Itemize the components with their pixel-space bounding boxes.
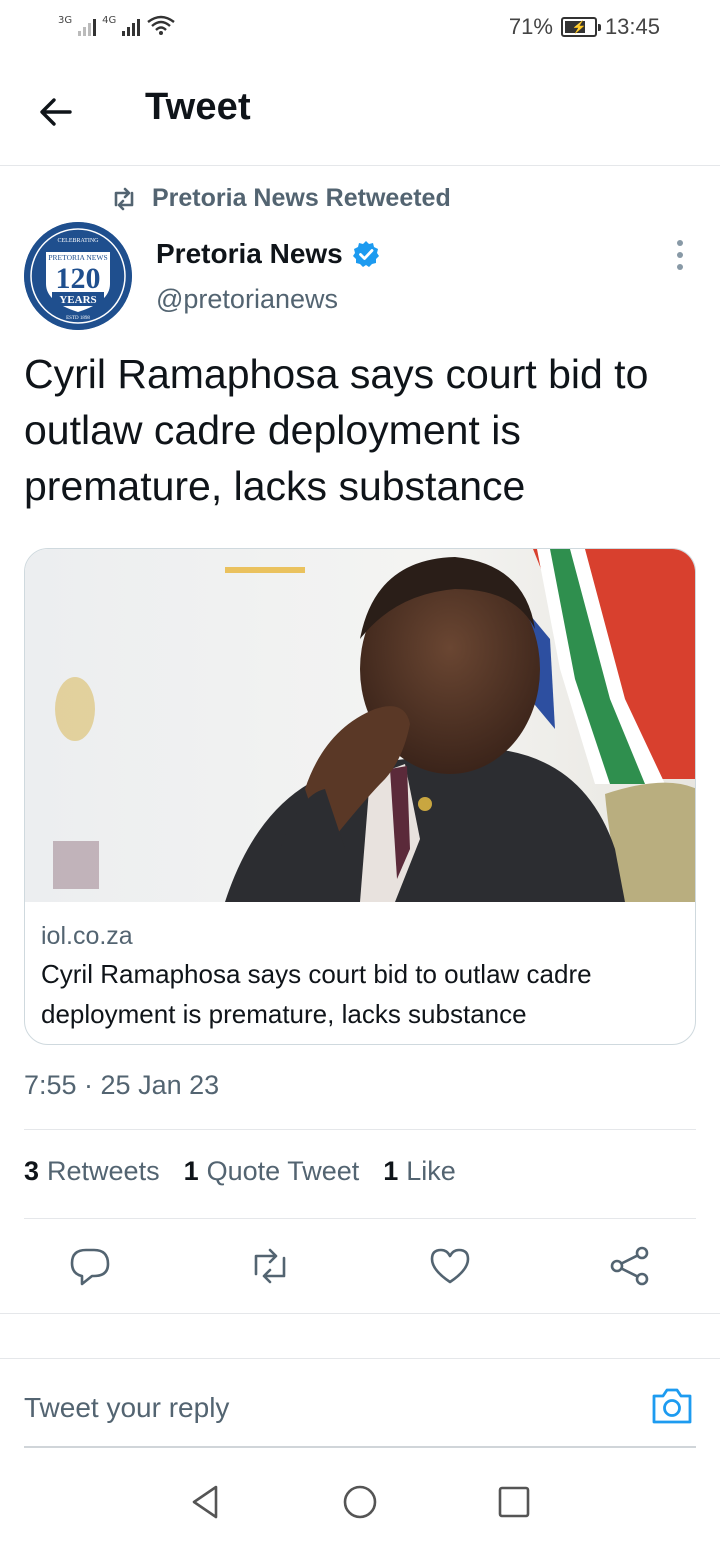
quotes-stat[interactable]: 1 Quote Tweet: [184, 1156, 360, 1187]
more-vertical-icon[interactable]: [670, 240, 690, 270]
tweet-text: Cyril Ramaphosa says court bid to outlaw…: [24, 351, 649, 509]
signal-indicators: 3G 4G: [58, 14, 176, 36]
retweet-notice-text: Pretoria News Retweeted: [152, 184, 451, 212]
divider: [24, 1129, 696, 1130]
avatar-text-est: ESTD 1898: [66, 316, 90, 321]
avatar-text-number: 120: [56, 262, 101, 295]
link-preview-card[interactable]: iol.co.za Cyril Ramaphosa says court bid…: [24, 548, 696, 1045]
author-name-row[interactable]: Pretoria News: [156, 238, 381, 270]
battery-icon: ⚡: [560, 17, 601, 37]
signal-bars-2-icon: [122, 16, 141, 36]
share-icon: [610, 1246, 649, 1286]
triangle-back-icon[interactable]: [186, 1482, 226, 1522]
retweet-icon: [114, 187, 134, 210]
battery-percent: 71%: [508, 14, 553, 39]
card-body[interactable]: iol.co.za Cyril Ramaphosa says court bid…: [25, 902, 695, 1044]
avatar[interactable]: CELEBRATING PRETORIA NEWS 120 YEARS ESTD…: [24, 222, 132, 330]
arrow-left-icon[interactable]: [34, 90, 78, 134]
system-nav-bar: [0, 1460, 720, 1541]
tweet-actions: [0, 1230, 720, 1314]
verified-badge-icon: [352, 241, 379, 267]
likes-stat[interactable]: 1 Like: [383, 1156, 456, 1187]
retweets-stat[interactable]: 3 Retweets: [24, 1156, 160, 1187]
retweet-icon: [254, 1248, 286, 1284]
avatar-text-top: CELEBRATING: [58, 238, 100, 244]
signal-bars-1-icon: [78, 16, 97, 36]
reply-input[interactable]: [24, 1392, 584, 1424]
tweet-stats: 3 Retweets 1 Quote Tweet 1 Like: [24, 1156, 456, 1187]
network-type-1: 3G: [58, 15, 73, 26]
section-gap: [0, 1315, 720, 1359]
likes-label: Like: [406, 1156, 456, 1186]
retweet-notice[interactable]: Pretoria News Retweeted: [110, 184, 451, 213]
camera-icon[interactable]: [650, 1386, 694, 1426]
quotes-count: 1: [183, 1156, 199, 1186]
author-name[interactable]: Pretoria News: [156, 238, 343, 270]
reply-button[interactable]: [68, 1244, 112, 1288]
retweets-label: Retweets: [47, 1156, 160, 1186]
avatar-text-brand: PRETORIA NEWS: [48, 253, 107, 262]
charging-bolt-icon: ⚡: [571, 20, 587, 34]
heart-icon: [430, 1248, 470, 1284]
divider: [24, 1218, 696, 1219]
page-title: Tweet: [145, 86, 251, 128]
avatar-text-years: YEARS: [59, 294, 96, 306]
likes-count: 1: [383, 1156, 399, 1186]
reply-bar: [24, 1362, 696, 1448]
status-right: 71% ⚡ 13:45: [509, 14, 660, 40]
author-handle[interactable]: @pretorianews: [156, 284, 338, 315]
retweet-button[interactable]: [248, 1244, 292, 1288]
square-recents-icon[interactable]: [494, 1482, 534, 1522]
quotes-label: Quote Tweet: [206, 1156, 360, 1186]
retweets-count: 3: [24, 1156, 40, 1186]
article-photo[interactable]: [25, 549, 696, 902]
card-title: Cyril Ramaphosa says court bid to outlaw…: [41, 959, 592, 1029]
status-bar: 3G 4G 71% ⚡ 13:45: [0, 0, 720, 56]
card-domain: iol.co.za: [41, 922, 133, 950]
clock: 13:45: [604, 14, 660, 39]
circle-home-icon[interactable]: [340, 1482, 380, 1522]
share-button[interactable]: [608, 1244, 652, 1288]
network-type-2: 4G: [102, 15, 117, 26]
tweet-timestamp[interactable]: 7:55 · 25 Jan 23: [24, 1070, 219, 1101]
reply-icon: [70, 1248, 110, 1286]
wifi-icon: [147, 15, 175, 35]
avatar-logo: CELEBRATING PRETORIA NEWS 120 YEARS ESTD…: [24, 222, 132, 330]
like-button[interactable]: [428, 1244, 472, 1288]
top-app-bar: Tweet: [0, 56, 720, 166]
